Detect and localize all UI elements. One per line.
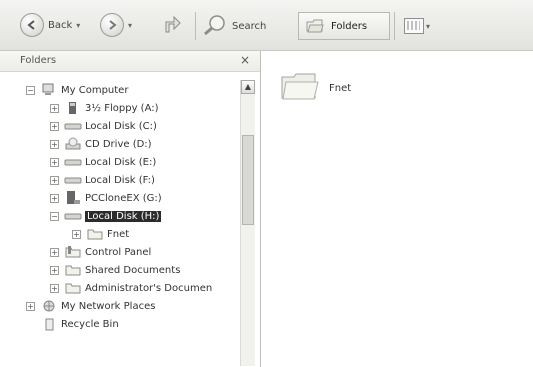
back-dropdown-icon[interactable]: ▾ — [76, 21, 80, 30]
folder-icon[interactable] — [280, 71, 320, 101]
tree-item-control-panel[interactable]: + Control Panel — [50, 243, 151, 261]
control-panel-icon — [64, 245, 82, 259]
tree-item-my-network-places[interactable]: + My Network Places — [26, 297, 155, 315]
toolbar-separator — [394, 12, 395, 40]
folders-label: Folders — [331, 20, 368, 32]
tree-expander[interactable]: + — [50, 121, 59, 131]
tree-item-fnet[interactable]: + Fnet — [72, 225, 129, 243]
tree-expander[interactable]: + — [50, 283, 59, 293]
folders-panel-title: Folders — [20, 55, 57, 66]
content-pane: Fnet — [262, 51, 533, 367]
views-icon — [404, 18, 424, 34]
tree-item-label: Local Disk (F:) — [85, 174, 155, 186]
drive-icon — [64, 155, 82, 169]
network-icon — [40, 299, 58, 313]
tree-item-label: My Network Places — [61, 300, 156, 312]
back-label: Back — [48, 19, 73, 31]
forward-button[interactable]: ▾ — [100, 13, 132, 37]
tree-expander[interactable]: + — [72, 229, 81, 239]
tree-item-local-disk-e[interactable]: + Local Disk (E:) — [50, 153, 156, 171]
folders-icon — [305, 16, 325, 37]
tree-item-local-disk-f[interactable]: + Local Disk (F:) — [50, 171, 155, 189]
recycle-bin-icon — [40, 317, 58, 331]
tree-expander[interactable]: + — [50, 247, 59, 257]
scroll-thumb[interactable] — [242, 135, 254, 225]
toolbar: Back ▾ ▾ Search Folders ▾ — [0, 0, 533, 51]
up-folder-button[interactable] — [162, 14, 184, 39]
scroll-up-arrow-icon[interactable]: ▲ — [241, 80, 255, 94]
tree-item-label: Control Panel — [85, 246, 152, 258]
floppy-icon — [64, 101, 82, 115]
tree-expander[interactable]: − — [50, 211, 59, 221]
folders-panel: Folders × ▲ − My Computer + 3½ Floppy (A… — [0, 51, 261, 367]
tree-item-shared-documents[interactable]: + Shared Documents — [50, 261, 180, 279]
cd-drive-icon — [64, 137, 82, 151]
tree-item-label: My Computer — [61, 84, 129, 96]
tree-item-label: 3½ Floppy (A:) — [85, 102, 159, 114]
forward-dropdown-icon[interactable]: ▾ — [128, 21, 132, 30]
tree-expander[interactable]: + — [50, 193, 59, 203]
tree-expander[interactable]: + — [50, 265, 59, 275]
removable-icon — [64, 191, 82, 205]
tree-expander[interactable]: + — [26, 301, 35, 311]
tree-item-label: PCCloneEX (G:) — [85, 192, 162, 204]
tree-item-local-disk-c[interactable]: + Local Disk (C:) — [50, 117, 157, 135]
close-icon[interactable]: × — [240, 53, 250, 67]
tree-item-label: Shared Documents — [85, 264, 181, 276]
tree-item-my-computer[interactable]: − My Computer — [26, 81, 128, 99]
tree-item-label: CD Drive (D:) — [85, 138, 152, 150]
search-icon — [202, 14, 228, 39]
tree-expander[interactable]: + — [50, 103, 59, 113]
tree-expander[interactable]: − — [26, 85, 35, 95]
toolbar-separator — [195, 12, 196, 40]
views-button[interactable]: ▾ — [400, 12, 440, 40]
tree-expander[interactable]: + — [50, 157, 59, 167]
back-arrow-icon — [20, 13, 44, 37]
tree-item-label: Fnet — [107, 228, 130, 240]
folder-icon — [64, 281, 82, 295]
forward-arrow-icon — [100, 13, 124, 37]
tree-item-label: Local Disk (H:) — [85, 210, 162, 222]
tree-item-label: Recycle Bin — [61, 318, 119, 330]
tree-item-cd-drive-d[interactable]: + CD Drive (D:) — [50, 135, 152, 153]
up-folder-icon — [162, 14, 184, 39]
tree-item-recycle-bin[interactable]: Recycle Bin — [40, 315, 119, 333]
tree-item-administrators-documents[interactable]: + Administrator's Documen — [50, 279, 212, 297]
tree-scrollbar[interactable]: ▲ — [240, 80, 255, 366]
folder-icon — [86, 227, 104, 241]
drive-icon — [64, 119, 82, 133]
search-label: Search — [232, 21, 267, 32]
drive-icon — [64, 173, 82, 187]
tree-item-local-disk-h[interactable]: − Local Disk (H:) — [50, 207, 162, 225]
computer-icon — [40, 83, 58, 97]
tree-item-label: Local Disk (C:) — [85, 120, 157, 132]
folders-button[interactable]: Folders — [298, 12, 390, 40]
folder-icon — [64, 263, 82, 277]
tree-item-floppy-a[interactable]: + 3½ Floppy (A:) — [50, 99, 159, 117]
search-button[interactable]: Search — [202, 14, 266, 39]
content-item-label[interactable]: Fnet — [329, 83, 351, 94]
views-dropdown-icon: ▾ — [426, 21, 431, 31]
drive-icon — [64, 209, 82, 223]
tree-expander[interactable]: + — [50, 175, 59, 185]
tree-item-label: Administrator's Documen — [85, 282, 213, 294]
folders-panel-header: Folders × — [0, 51, 260, 72]
tree-item-label: Local Disk (E:) — [85, 156, 157, 168]
back-button[interactable]: Back ▾ — [20, 13, 80, 37]
tree-item-pccloneex-g[interactable]: + PCCloneEX (G:) — [50, 189, 162, 207]
tree-expander[interactable]: + — [50, 139, 59, 149]
